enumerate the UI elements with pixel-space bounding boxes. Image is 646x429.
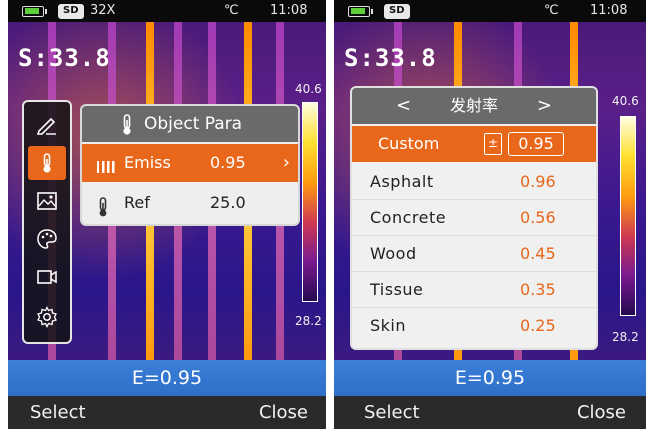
material-value: 0.96	[520, 172, 556, 191]
chevron-right-icon[interactable]: >	[537, 88, 552, 124]
clock: 11:08	[590, 3, 628, 18]
side-menu	[22, 100, 72, 344]
custom-label: Custom	[378, 134, 440, 153]
close-softkey[interactable]: Close	[259, 402, 308, 423]
reflected-temp-label: Ref	[124, 193, 150, 212]
material-value: 0.45	[520, 244, 556, 263]
material-label: Concrete	[370, 208, 447, 227]
sd-card-badge: SD	[384, 4, 410, 19]
clock: 11:08	[270, 3, 308, 18]
picker-title: 发射率	[449, 96, 498, 115]
plus-minus-icon[interactable]: ±	[484, 133, 502, 155]
palette-icon[interactable]	[28, 222, 66, 256]
battery-icon	[348, 6, 373, 17]
material-label: Skin	[370, 316, 407, 335]
sd-card-badge: SD	[58, 4, 84, 19]
custom-value-field[interactable]: 0.95	[508, 132, 564, 156]
scale-min-label: 28.2	[612, 330, 639, 344]
color-scale-bar	[302, 102, 318, 302]
custom-emissivity-row[interactable]: Custom ± 0.95	[352, 126, 596, 162]
unit-celsius: ℃	[544, 3, 559, 18]
material-value: 0.25	[520, 316, 556, 335]
material-row[interactable]: Concrete 0.56	[352, 200, 596, 236]
thermometer-icon[interactable]	[28, 146, 66, 180]
softkey-bar: Select Close	[334, 396, 646, 429]
spot-temperature: S:33.8	[344, 44, 437, 72]
edit-icon[interactable]	[28, 108, 66, 142]
emissivity-label: Emiss	[124, 153, 171, 172]
scale-min-label: 28.2	[295, 314, 322, 328]
unit-celsius: ℃	[224, 3, 239, 18]
color-scale-bar	[620, 116, 636, 316]
material-row[interactable]: Tissue 0.35	[352, 272, 596, 308]
panel-header: Object Para	[82, 106, 298, 142]
scale-max-label: 40.6	[295, 82, 322, 96]
image-icon[interactable]	[28, 184, 66, 218]
reflected-temp-value: 25.0	[210, 193, 246, 212]
material-row[interactable]: Wood 0.45	[352, 236, 596, 272]
emissivity-value: 0.95	[210, 153, 246, 172]
spot-temperature: S:33.8	[18, 44, 111, 72]
material-label: Tissue	[370, 280, 424, 299]
material-row[interactable]: Asphalt 0.96	[352, 164, 596, 200]
video-icon[interactable]	[28, 260, 66, 294]
reflected-temp-row[interactable]: Ref 25.0	[82, 184, 298, 222]
material-label: Wood	[370, 244, 417, 263]
status-bar: SD ℃ 11:08	[334, 0, 646, 22]
material-value: 0.35	[520, 280, 556, 299]
emissivity-display: E=0.95	[334, 360, 646, 396]
material-label: Asphalt	[370, 172, 434, 191]
select-softkey[interactable]: Select	[30, 402, 86, 423]
chevron-left-icon[interactable]: <	[396, 88, 411, 124]
settings-icon[interactable]	[28, 300, 66, 334]
zoom-level: 32X	[90, 3, 116, 18]
left-device-screen: SD 32X ℃ 11:08 S:33.8 40.6 28.2 Object P…	[8, 0, 326, 429]
object-param-panel: Object Para Emiss 0.95 › Ref 25.0	[80, 104, 300, 226]
emissivity-display: E=0.95	[8, 360, 326, 396]
picker-header: < 发射率 >	[352, 88, 596, 124]
material-row[interactable]: Skin 0.25	[352, 308, 596, 344]
status-bar: SD 32X ℃ 11:08	[8, 0, 326, 22]
chevron-right-icon: ›	[282, 152, 290, 173]
panel-title: Object Para	[144, 114, 243, 134]
emissivity-picker: < 发射率 > Custom ± 0.95 Asphalt 0.96 Concr…	[350, 86, 598, 350]
material-value: 0.56	[520, 208, 556, 227]
select-softkey[interactable]: Select	[364, 402, 420, 423]
emissivity-row[interactable]: Emiss 0.95 ›	[82, 144, 298, 182]
softkey-bar: Select Close	[8, 396, 326, 429]
scale-max-label: 40.6	[612, 94, 639, 108]
close-softkey[interactable]: Close	[577, 402, 626, 423]
thermometer-icon	[96, 193, 110, 224]
battery-icon	[22, 6, 47, 17]
right-device-screen: SD ℃ 11:08 S:33.8 40.6 28.2 < 发射率 > Cust…	[334, 0, 646, 429]
